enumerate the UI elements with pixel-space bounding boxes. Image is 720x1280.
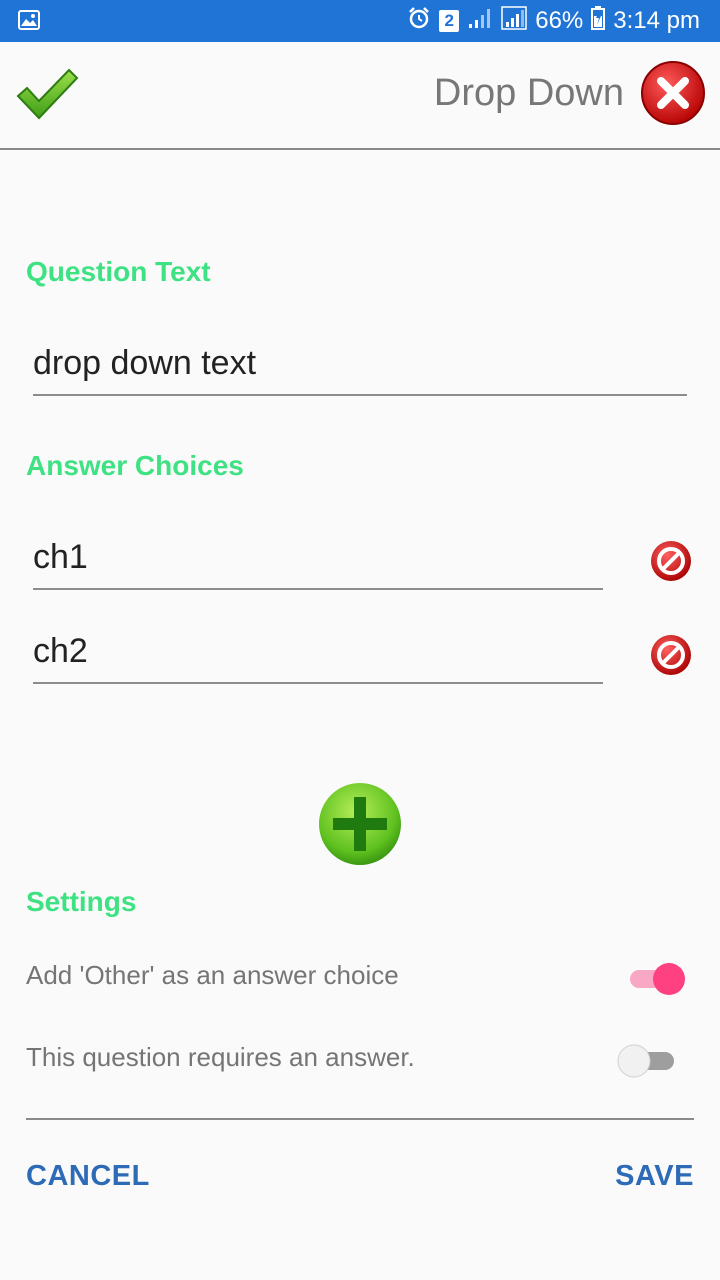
settings-label: Settings (26, 886, 137, 917)
add-icon (319, 783, 401, 865)
close-icon[interactable] (640, 60, 706, 131)
cancel-button[interactable]: CANCEL (26, 1160, 150, 1193)
top-bar: Drop Down (0, 42, 720, 150)
answer-choices-label: Answer Choices (26, 450, 244, 481)
battery-percent: 66% (535, 7, 584, 34)
alarm-icon (407, 6, 431, 37)
divider (26, 1118, 694, 1120)
save-button[interactable]: SAVE (615, 1160, 694, 1193)
signal-icon (467, 6, 493, 37)
question-text-label: Question Text (26, 256, 211, 287)
other-choice-setting-label: Add 'Other' as an answer choice (26, 960, 399, 990)
delete-icon[interactable] (650, 540, 692, 587)
question-text-input[interactable]: drop down text (33, 340, 687, 396)
answer-choice-input-2[interactable]: ch2 (33, 628, 603, 684)
sim-badge: 2 (439, 10, 460, 32)
clock: 3:14 pm (613, 7, 700, 34)
status-bar: 2 66% 3:14 pm (0, 0, 720, 42)
battery-icon (591, 5, 606, 37)
required-setting-label: This question requires an answer. (26, 1042, 415, 1072)
add-choice-button[interactable] (317, 781, 403, 872)
signal-icon-2 (501, 5, 527, 37)
delete-icon[interactable] (650, 634, 692, 681)
image-notification-icon (18, 10, 40, 35)
answer-choice-input-1[interactable]: ch1 (33, 534, 603, 590)
required-toggle[interactable] (614, 1042, 678, 1085)
page-title: Drop Down (433, 72, 624, 114)
other-choice-toggle[interactable] (628, 962, 688, 1001)
check-icon[interactable] (14, 66, 80, 129)
